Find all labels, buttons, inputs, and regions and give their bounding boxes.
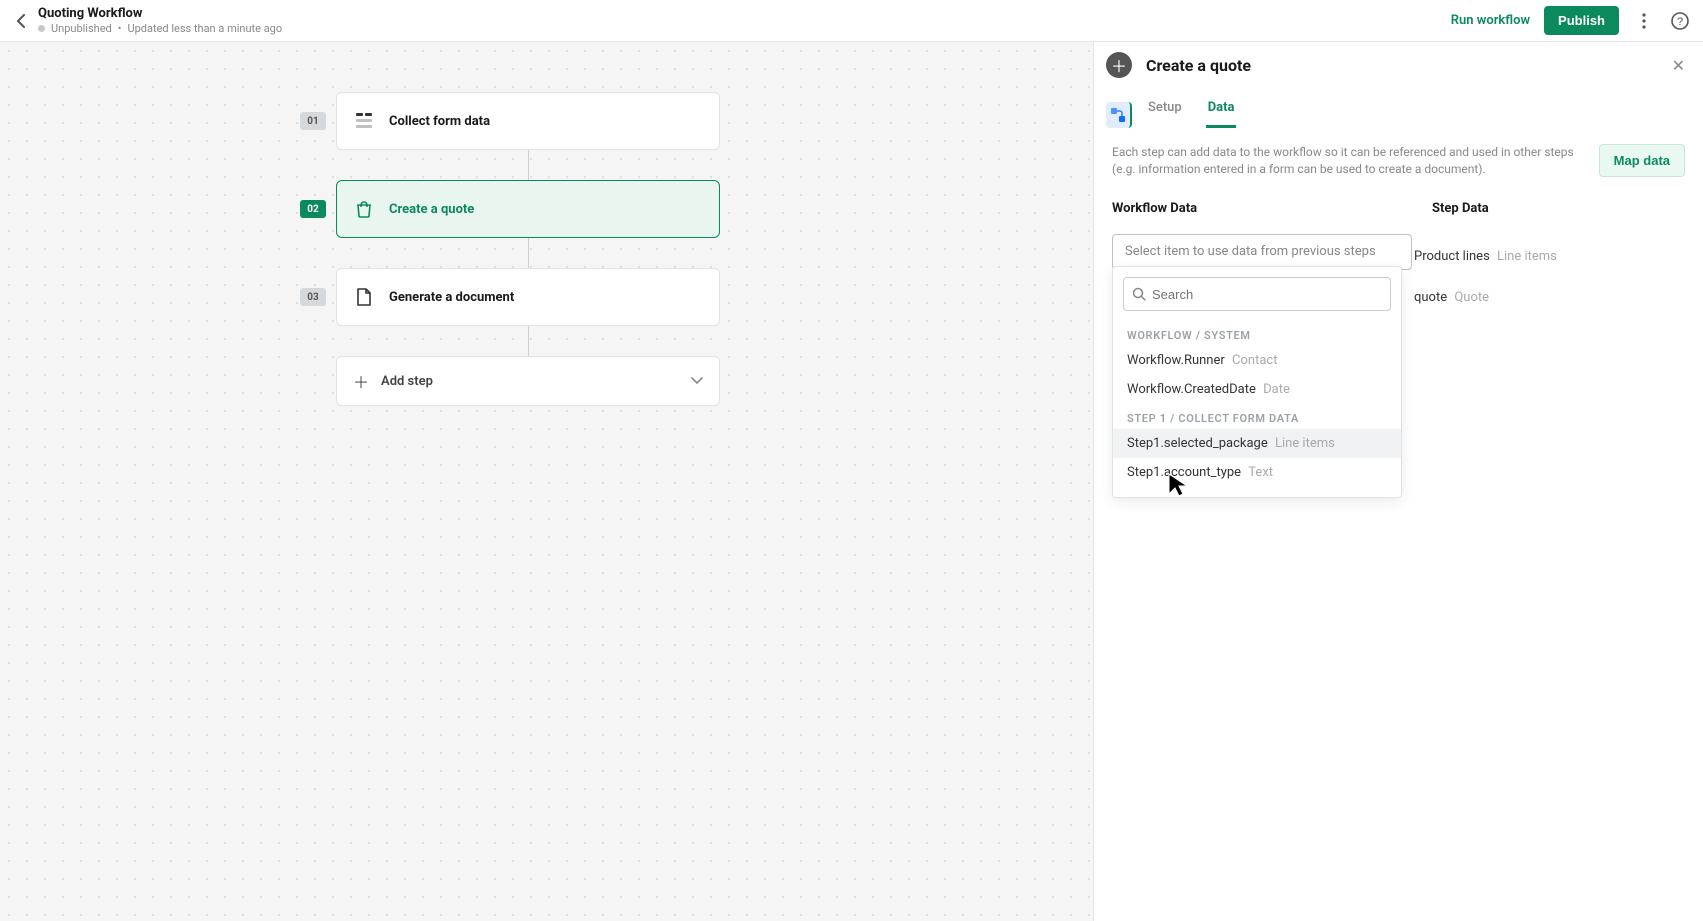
back-icon[interactable] xyxy=(12,12,30,30)
workflow-step[interactable]: 02 Create a quote xyxy=(300,180,720,238)
svg-text:?: ? xyxy=(1677,16,1683,28)
step-data-type: Quote xyxy=(1454,290,1489,305)
step-data-item[interactable]: quote Quote xyxy=(1414,290,1664,305)
help-icon[interactable]: ? xyxy=(1669,10,1691,32)
workflow-data-dropdown: WORKFLOW / SYSTEM Workflow.Runner Contac… xyxy=(1112,266,1402,498)
dropdown-item[interactable]: Workflow.CreatedDate Date xyxy=(1113,375,1401,404)
dropdown-item-type: Line items xyxy=(1275,436,1335,451)
workflow-step[interactable]: 03 Generate a document xyxy=(300,268,720,326)
workflow-data-heading: Workflow Data xyxy=(1112,201,1412,216)
data-mapping-icon[interactable] xyxy=(1106,102,1132,128)
plus-icon: ＋ xyxy=(353,369,369,393)
step-badge: 03 xyxy=(300,288,326,306)
dropdown-section-header: STEP 1 / COLLECT FORM DATA xyxy=(1113,404,1401,429)
dropdown-search-input[interactable] xyxy=(1152,287,1382,302)
dropdown-search[interactable] xyxy=(1123,277,1391,311)
run-workflow-button[interactable]: Run workflow xyxy=(1451,13,1530,28)
dropdown-item[interactable]: Step1.account_type Text xyxy=(1113,458,1401,487)
step-data-heading: Step Data xyxy=(1412,201,1685,216)
step-label: Collect form data xyxy=(389,114,490,129)
connector-line xyxy=(528,326,529,356)
connector-line xyxy=(528,150,529,180)
add-circle-icon[interactable]: ＋ xyxy=(1106,52,1132,78)
workflow-canvas[interactable]: 01 Collect form data 02 Create a quote xyxy=(0,42,1093,921)
select-placeholder: Select item to use data from previous st… xyxy=(1125,244,1376,259)
step-label: Generate a document xyxy=(389,290,514,305)
workflow-status: Unpublished xyxy=(51,22,112,35)
workflow-title: Quoting Workflow xyxy=(38,6,282,21)
panel-description: Each step can add data to the workflow s… xyxy=(1112,144,1581,179)
status-dot-icon xyxy=(38,25,45,32)
dropdown-item-type: Text xyxy=(1248,465,1273,480)
connector-line xyxy=(528,238,529,268)
step-badge: 01 xyxy=(300,112,326,130)
workflow-data-select[interactable]: Select item to use data from previous st… xyxy=(1112,234,1412,270)
dropdown-item-key: Workflow.CreatedDate xyxy=(1127,382,1256,397)
step-data-item[interactable]: Product lines Line items xyxy=(1414,249,1664,264)
add-step-button: ＋ Add step xyxy=(336,356,720,406)
dropdown-item-type: Date xyxy=(1263,382,1290,397)
workflow-updated: Updated less than a minute ago xyxy=(127,22,282,35)
step-data-key: quote xyxy=(1414,290,1447,305)
form-icon xyxy=(353,110,375,132)
side-panel: ＋ Create a quote ✕ Setup Data Each step … xyxy=(1093,42,1703,921)
step-badge: 02 xyxy=(300,200,326,218)
step-data-type: Line items xyxy=(1497,249,1557,264)
close-icon[interactable]: ✕ xyxy=(1672,56,1685,75)
tab-setup[interactable]: Setup xyxy=(1146,92,1184,128)
dropdown-item-key: Workflow.Runner xyxy=(1127,353,1225,368)
map-data-button[interactable]: Map data xyxy=(1599,144,1685,177)
workflow-step[interactable]: 01 Collect form data xyxy=(300,92,720,150)
dropdown-item[interactable]: Workflow.Runner Contact xyxy=(1113,346,1401,375)
dropdown-section-header: WORKFLOW / SYSTEM xyxy=(1113,321,1401,346)
top-header: Quoting Workflow Unpublished • Updated l… xyxy=(0,0,1703,42)
dropdown-item-key: Step1.selected_package xyxy=(1127,436,1268,451)
meta-separator: • xyxy=(118,22,122,35)
dropdown-item-key: Step1.account_type xyxy=(1127,465,1241,480)
dropdown-item-type: Contact xyxy=(1232,353,1277,368)
add-step-row[interactable]: ＋ Add step xyxy=(300,356,720,406)
document-icon xyxy=(353,286,375,308)
step-data-key: Product lines xyxy=(1414,249,1490,264)
workflow-meta: Unpublished • Updated less than a minute… xyxy=(38,22,282,35)
shopping-bag-icon xyxy=(353,198,375,220)
search-icon xyxy=(1132,287,1146,301)
chevron-down-icon xyxy=(691,377,703,385)
step-label: Create a quote xyxy=(389,202,474,217)
publish-button[interactable]: Publish xyxy=(1544,6,1619,35)
panel-title: Create a quote xyxy=(1146,56,1251,75)
add-step-label: Add step xyxy=(381,374,433,389)
dropdown-item[interactable]: Step1.selected_package Line items xyxy=(1113,429,1401,458)
tab-data[interactable]: Data xyxy=(1206,92,1237,128)
more-menu-icon[interactable] xyxy=(1633,10,1655,32)
